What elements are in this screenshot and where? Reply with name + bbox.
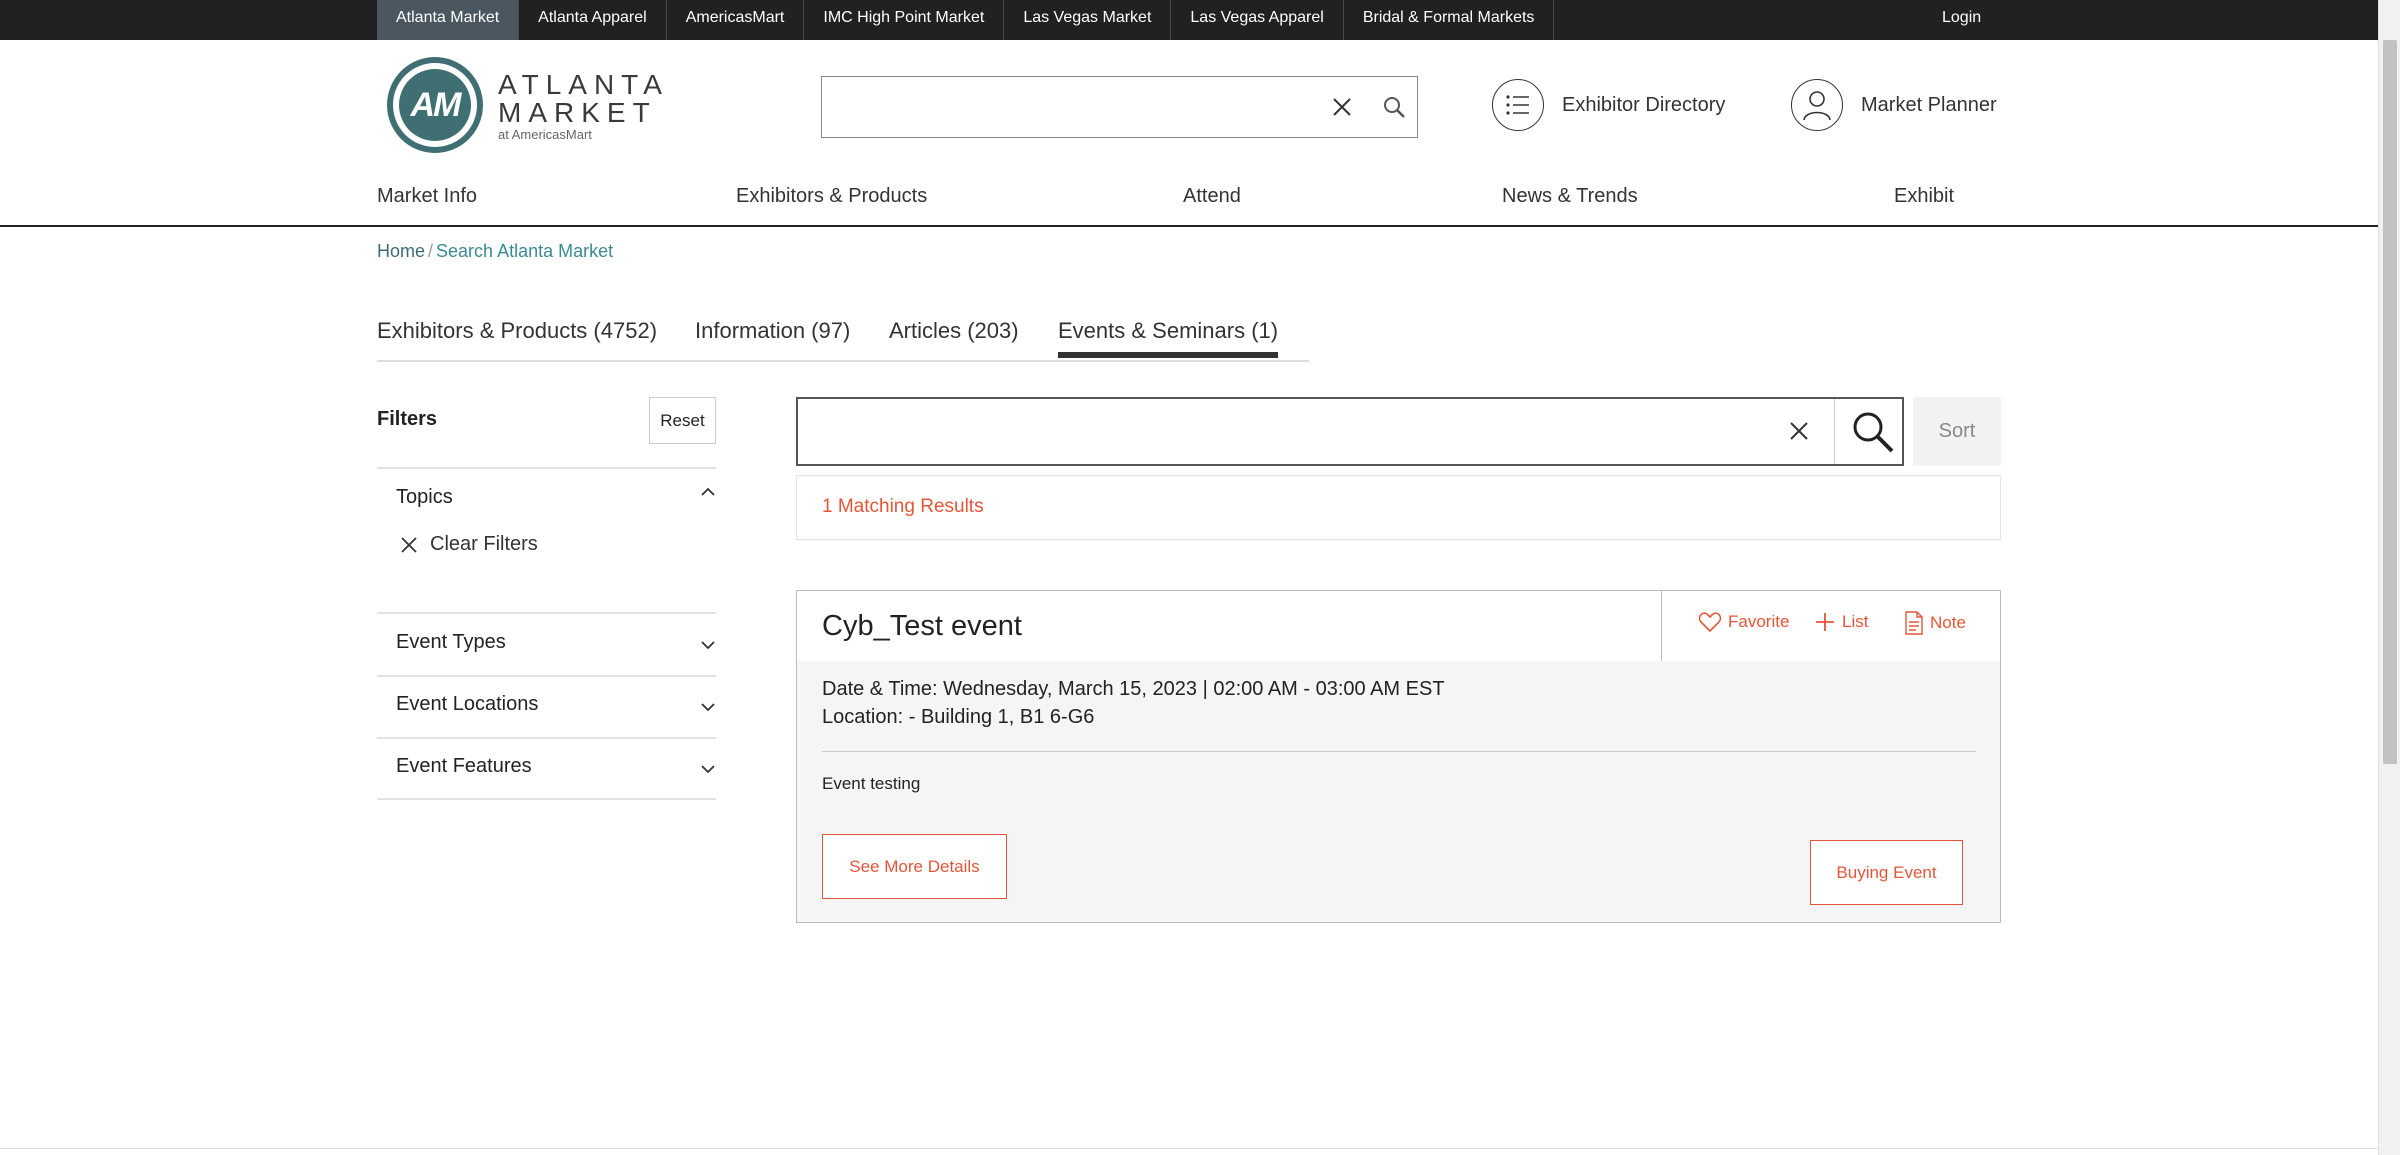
event-location: Location: - Building 1, B1 6-G6 — [822, 706, 1095, 728]
chevron-down-icon[interactable] — [700, 699, 716, 715]
tab-exhibitors-products[interactable]: Exhibitors & Products (4752) — [377, 318, 657, 344]
divider — [377, 737, 716, 739]
market-tab-imc-high-point[interactable]: IMC High Point Market — [804, 0, 1005, 40]
market-tabs: Atlanta Market Atlanta Apparel AmericasM… — [377, 0, 1555, 40]
tab-events-seminars[interactable]: Events & Seminars (1) — [1058, 318, 1279, 358]
matching-results-bar: 1 Matching Results — [796, 475, 2001, 540]
nav-attend[interactable]: Attend — [1183, 185, 1241, 208]
tab-information[interactable]: Information (97) — [695, 318, 850, 344]
note-icon — [1905, 611, 1923, 635]
clear-filters-button[interactable]: Clear Filters — [400, 533, 538, 556]
event-datetime: Date & Time: Wednesday, March 15, 2023 |… — [822, 678, 1445, 700]
buying-event-button[interactable]: Buying Event — [1810, 840, 1963, 905]
breadcrumb-home[interactable]: Home — [377, 241, 425, 261]
list-label: List — [1842, 612, 1869, 631]
event-description: Event testing — [822, 774, 921, 793]
heart-icon — [1698, 612, 1722, 633]
logo-subtext: at AmericasMart — [498, 127, 592, 142]
market-planner-label: Market Planner — [1861, 93, 1997, 116]
nav-news-trends[interactable]: News & Trends — [1502, 185, 1638, 208]
add-note-button[interactable]: Note — [1904, 611, 1966, 635]
login-link[interactable]: Login — [1942, 0, 1981, 36]
close-icon[interactable] — [1328, 93, 1356, 121]
event-title[interactable]: Cyb_Test event — [822, 610, 1022, 643]
filter-event-features-header[interactable]: Event Features — [396, 755, 532, 778]
matching-results-count: 1 Matching Results — [822, 496, 984, 517]
scrollbar-thumb[interactable] — [2383, 40, 2397, 764]
market-tab-atlanta-apparel[interactable]: Atlanta Apparel — [519, 0, 667, 40]
favorite-label: Favorite — [1728, 612, 1790, 631]
reset-button[interactable]: Reset — [649, 397, 716, 444]
tab-articles[interactable]: Articles (203) — [889, 318, 1019, 344]
divider — [1661, 591, 1662, 661]
exhibitor-directory-label: Exhibitor Directory — [1562, 93, 1726, 116]
list-icon — [1492, 79, 1544, 131]
sort-button[interactable]: Sort — [1913, 397, 2001, 466]
market-tab-americasmart[interactable]: AmericasMart — [667, 0, 805, 40]
nav-exhibitors-products[interactable]: Exhibitors & Products — [736, 185, 927, 208]
main-navigation: Market Info Exhibitors & Products Attend… — [0, 175, 2378, 227]
divider — [822, 751, 1976, 752]
divider — [377, 467, 716, 469]
page-scrollbar[interactable] — [2378, 0, 2400, 1155]
search-icon[interactable] — [1382, 95, 1408, 121]
market-tab-las-vegas-market[interactable]: Las Vegas Market — [1004, 0, 1172, 40]
chevron-down-icon[interactable] — [700, 637, 716, 653]
favorite-button[interactable]: Favorite — [1698, 611, 1789, 633]
chevron-up-icon[interactable] — [700, 484, 716, 500]
result-tabs: Exhibitors & Products (4752) Information… — [377, 312, 1309, 362]
filter-topics-header[interactable]: Topics — [396, 486, 453, 509]
divider — [1834, 399, 1835, 464]
results-search-input[interactable] — [798, 399, 1758, 464]
chevron-down-icon[interactable] — [700, 761, 716, 777]
nav-exhibit[interactable]: Exhibit — [1894, 185, 1954, 208]
filters-heading: Filters — [377, 408, 438, 430]
market-switcher-bar: Atlanta Market Atlanta Apparel AmericasM… — [0, 0, 2378, 40]
event-card-header: Cyb_Test event Favorite List Note — [797, 591, 2000, 661]
divider — [377, 798, 716, 800]
close-icon — [401, 536, 417, 553]
user-icon — [1791, 79, 1843, 131]
logo-ring: AM — [387, 57, 483, 153]
breadcrumb-separator: / — [428, 241, 434, 261]
logo-text-market: MARKET — [498, 97, 657, 128]
market-tab-bridal-formal[interactable]: Bridal & Formal Markets — [1344, 0, 1555, 40]
breadcrumb: Home / Search Atlanta Market — [377, 241, 613, 262]
add-to-list-button[interactable]: List — [1814, 611, 1868, 633]
breadcrumb-current: Search Atlanta Market — [436, 241, 614, 261]
header-search-input[interactable] — [822, 77, 1302, 137]
event-card: Cyb_Test event Favorite List Note Date &… — [796, 590, 2001, 923]
note-label: Note — [1930, 613, 1966, 632]
exhibitor-directory-link[interactable]: Exhibitor Directory — [1492, 79, 1725, 131]
results-search-box — [796, 397, 1904, 466]
market-planner-link[interactable]: Market Planner — [1791, 79, 1997, 131]
divider — [377, 675, 716, 677]
plus-icon — [1816, 613, 1834, 631]
market-tab-las-vegas-apparel[interactable]: Las Vegas Apparel — [1171, 0, 1344, 40]
filter-event-types-header[interactable]: Event Types — [396, 631, 506, 654]
filter-event-locations-header[interactable]: Event Locations — [396, 693, 538, 716]
site-logo[interactable]: AM ATLANTA MARKET at AmericasMart — [387, 57, 662, 157]
market-tab-atlanta-market[interactable]: Atlanta Market — [377, 0, 520, 40]
nav-market-info[interactable]: Market Info — [377, 185, 477, 208]
see-more-details-button[interactable]: See More Details — [822, 834, 1007, 899]
search-icon[interactable] — [1850, 409, 1896, 455]
header-search-box — [821, 76, 1418, 138]
divider — [377, 612, 716, 614]
divider — [0, 1148, 2378, 1149]
close-icon[interactable] — [1787, 419, 1811, 443]
clear-filters-label: Clear Filters — [430, 533, 538, 555]
logo-monogram: AM — [399, 69, 471, 141]
